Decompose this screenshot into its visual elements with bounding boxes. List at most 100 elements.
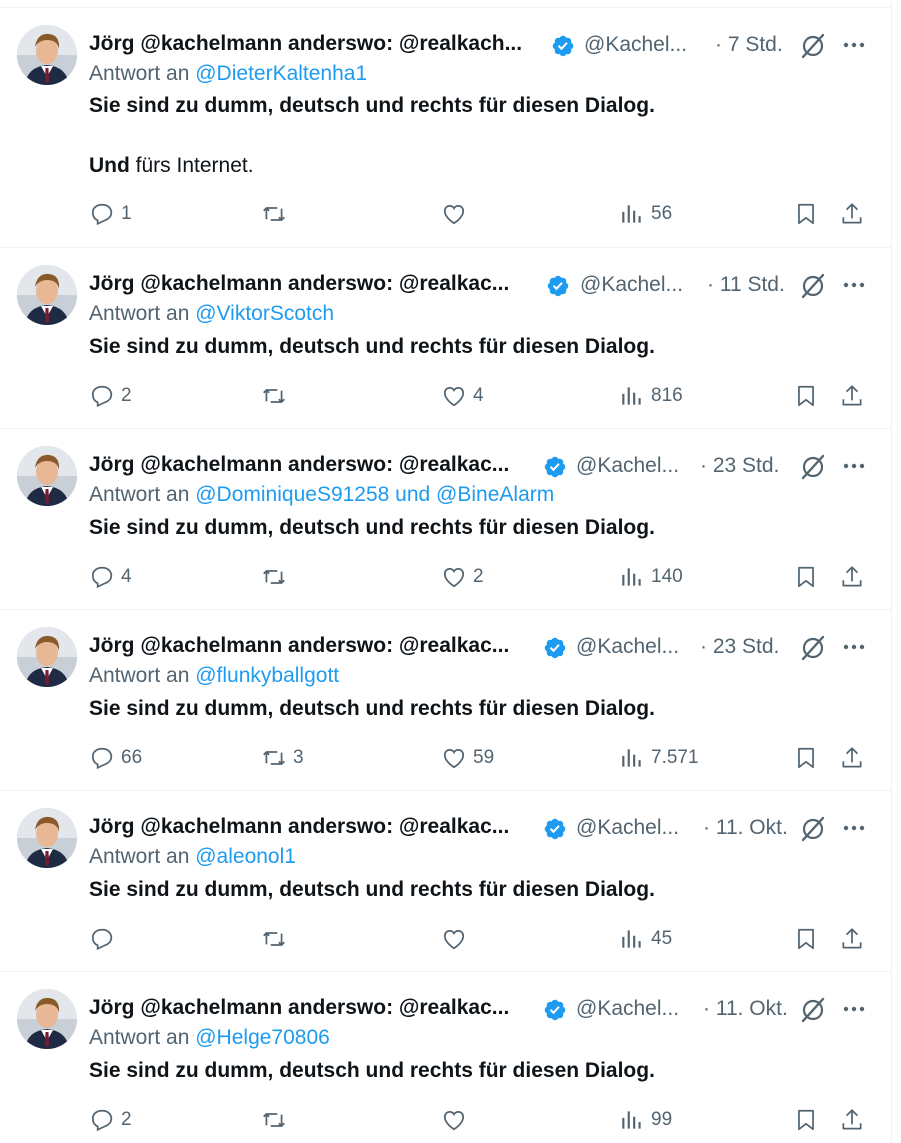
- views-button[interactable]: 140: [619, 562, 683, 592]
- reply-button[interactable]: [89, 924, 121, 954]
- tweet[interactable]: Jörg @kachelmann anderswo: @realkach... …: [0, 8, 891, 248]
- author-handle[interactable]: @Kachel...: [580, 273, 683, 297]
- timestamp[interactable]: · 11 Std.: [707, 273, 785, 297]
- reply-count: 4: [121, 566, 132, 587]
- grok-icon[interactable]: [799, 272, 827, 300]
- retweet-icon: [263, 570, 285, 584]
- tweet[interactable]: Jörg @kachelmann anderswo: @realkac... @…: [0, 429, 891, 610]
- reply-button[interactable]: 66: [89, 743, 142, 773]
- views-button[interactable]: 56: [619, 199, 672, 229]
- retweet-button[interactable]: [261, 924, 293, 954]
- share-button[interactable]: [839, 924, 865, 954]
- reply-icon: [91, 385, 113, 408]
- author-name[interactable]: Jörg @kachelmann anderswo: @realkac...: [89, 815, 509, 839]
- avatar[interactable]: [17, 25, 77, 85]
- author-name[interactable]: Jörg @kachelmann anderswo: @realkac...: [89, 996, 509, 1020]
- retweet-button[interactable]: [261, 381, 293, 411]
- share-button[interactable]: [839, 562, 865, 592]
- retweet-button[interactable]: [261, 199, 293, 229]
- reply-button[interactable]: 2: [89, 1105, 132, 1135]
- avatar[interactable]: [17, 265, 77, 325]
- author-name[interactable]: Jörg @kachelmann anderswo: @realkac...: [89, 272, 509, 296]
- bookmark-button[interactable]: [793, 1105, 819, 1135]
- share-button[interactable]: [839, 381, 865, 411]
- tweet[interactable]: Jörg @kachelmann anderswo: @realkac... @…: [0, 610, 891, 791]
- avatar[interactable]: [17, 446, 77, 506]
- timestamp[interactable]: · 7 Std.: [715, 33, 783, 57]
- bookmark-button[interactable]: [793, 743, 819, 773]
- timestamp[interactable]: · 23 Std.: [700, 635, 779, 659]
- reply-mention-link[interactable]: @flunkyballgott: [195, 664, 339, 687]
- retweet-button[interactable]: [261, 1105, 293, 1135]
- more-icon[interactable]: [839, 813, 869, 843]
- views-button[interactable]: 99: [619, 1105, 672, 1135]
- verified-badge-icon: [543, 636, 567, 660]
- reply-count: 66: [121, 747, 143, 768]
- action-bar: 2 99: [89, 1105, 879, 1135]
- author-handle[interactable]: @Kachel...: [576, 816, 679, 840]
- share-icon: [842, 566, 862, 587]
- grok-icon[interactable]: [799, 453, 827, 481]
- more-icon[interactable]: [839, 632, 869, 662]
- timestamp[interactable]: · 23 Std.: [700, 454, 779, 478]
- share-button[interactable]: [839, 199, 865, 229]
- author-handle[interactable]: @Kachel...: [576, 997, 679, 1021]
- author-name[interactable]: Jörg @kachelmann anderswo: @realkac...: [89, 634, 509, 658]
- like-button[interactable]: [441, 1105, 473, 1135]
- bookmark-button[interactable]: [793, 199, 819, 229]
- author-handle[interactable]: @Kachel...: [576, 454, 679, 478]
- reply-button[interactable]: 1: [89, 199, 132, 229]
- reply-mention-link[interactable]: @ViktorScotch: [195, 302, 334, 325]
- reply-mention-link[interactable]: @DominiqueS91258 und @BineAlarm: [195, 483, 554, 506]
- more-icon[interactable]: [839, 994, 869, 1024]
- reply-mention-link[interactable]: @aleonol1: [195, 845, 296, 868]
- like-button[interactable]: [441, 924, 473, 954]
- author-handle[interactable]: @Kachel...: [576, 635, 679, 659]
- reply-prefix: Antwort an: [89, 62, 190, 85]
- grok-icon[interactable]: [799, 634, 827, 662]
- author-name[interactable]: Jörg @kachelmann anderswo: @realkac...: [89, 453, 509, 477]
- tweet[interactable]: Jörg @kachelmann anderswo: @realkac... @…: [0, 791, 891, 972]
- like-button[interactable]: 2: [441, 562, 484, 592]
- tweet-text: Sie sind zu dumm, deutsch und rechts für…: [89, 513, 655, 543]
- avatar[interactable]: [17, 989, 77, 1049]
- views-count: 7.571: [651, 747, 699, 768]
- like-button[interactable]: 4: [441, 381, 484, 411]
- like-icon: [443, 930, 465, 950]
- author-handle[interactable]: @Kachel...: [584, 33, 687, 57]
- retweet-button[interactable]: 3: [261, 743, 304, 773]
- reply-button[interactable]: 2: [89, 381, 132, 411]
- views-button[interactable]: 45: [619, 924, 672, 954]
- more-icon[interactable]: [839, 451, 869, 481]
- share-button[interactable]: [839, 1105, 865, 1135]
- more-icon[interactable]: [839, 30, 869, 60]
- grok-icon[interactable]: [799, 815, 827, 843]
- avatar[interactable]: [17, 808, 77, 868]
- like-button[interactable]: 59: [441, 743, 494, 773]
- reply-mention-link[interactable]: @Helge70806: [195, 1026, 330, 1049]
- retweet-button[interactable]: [261, 562, 293, 592]
- bookmark-button[interactable]: [793, 562, 819, 592]
- reply-prefix: Antwort an: [89, 1026, 190, 1049]
- share-button[interactable]: [839, 743, 865, 773]
- timestamp[interactable]: · 11. Okt.: [703, 997, 788, 1021]
- grok-icon[interactable]: [799, 32, 827, 60]
- reply-button[interactable]: 4: [89, 562, 132, 592]
- grok-icon[interactable]: [799, 996, 827, 1024]
- tweet[interactable]: Jörg @kachelmann anderswo: @realkac... @…: [0, 248, 891, 429]
- views-button[interactable]: 7.571: [619, 743, 699, 773]
- tweet-text-rest: fürs Internet.: [129, 154, 254, 177]
- bookmark-button[interactable]: [793, 924, 819, 954]
- avatar[interactable]: [17, 627, 77, 687]
- timestamp[interactable]: · 11. Okt.: [703, 816, 788, 840]
- retweet-icon: [263, 751, 285, 765]
- views-button[interactable]: 816: [619, 381, 683, 411]
- action-bar: 2 4 816: [89, 381, 879, 411]
- more-icon[interactable]: [839, 270, 869, 300]
- bookmark-button[interactable]: [793, 381, 819, 411]
- like-button[interactable]: [441, 199, 473, 229]
- views-icon: [622, 749, 641, 767]
- reply-mention-link[interactable]: @DieterKaltenha1: [195, 62, 367, 85]
- tweet[interactable]: Jörg @kachelmann anderswo: @realkac... @…: [0, 972, 891, 1143]
- author-name[interactable]: Jörg @kachelmann anderswo: @realkach...: [89, 32, 522, 56]
